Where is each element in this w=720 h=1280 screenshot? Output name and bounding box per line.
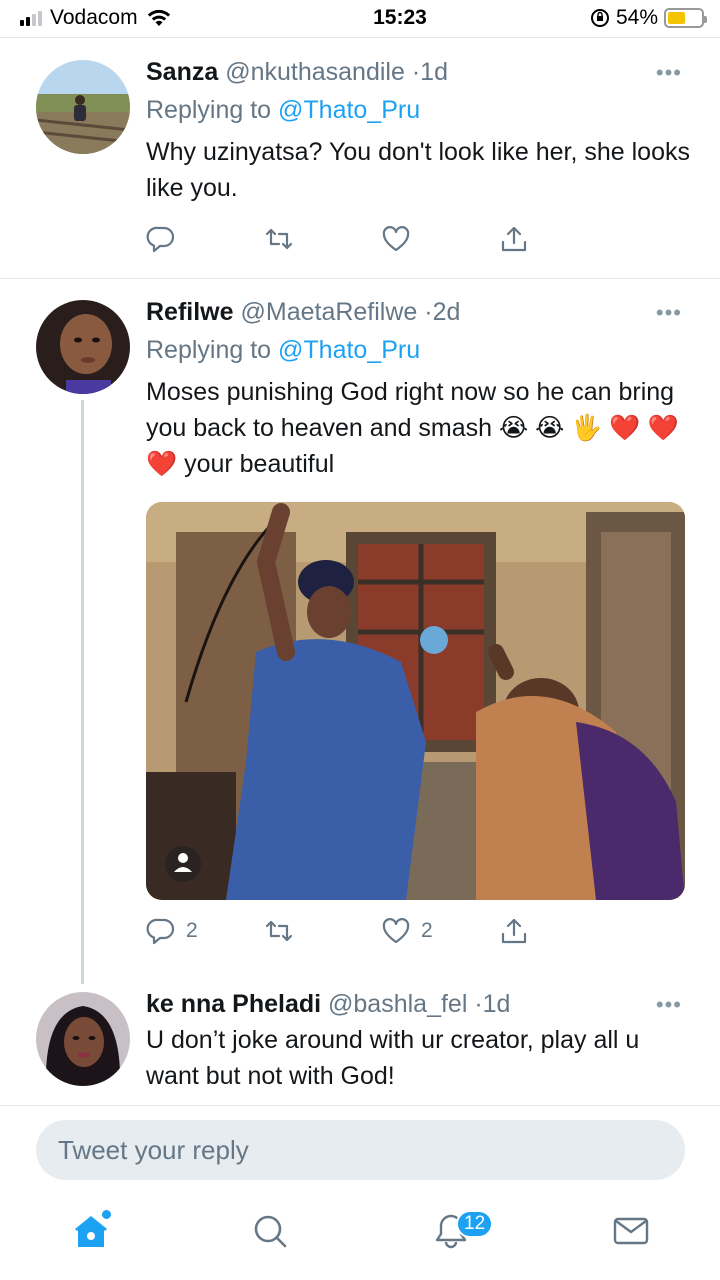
tweet-text: Moses punishing God right now so he can …: [146, 378, 679, 478]
share-icon: [501, 226, 526, 252]
notification-badge: 12: [456, 1210, 494, 1238]
tweet-text: Why uzinyatsa? You don't look like her, …: [146, 138, 690, 202]
mention-link[interactable]: @Thato_Pru: [278, 336, 420, 364]
tweet[interactable]: Refilwe @MaetaRefilwe ·2d Replying to @T…: [146, 296, 691, 482]
heart-icon: [382, 226, 410, 252]
display-name[interactable]: Refilwe: [146, 298, 234, 326]
separator: ·: [411, 58, 421, 86]
reply-icon: [146, 918, 175, 945]
more-icon[interactable]: •••: [656, 60, 682, 86]
tweet-text: U don’t joke around with ur creator, pla…: [146, 1026, 640, 1090]
tweet[interactable]: ke nna Pheladi @bashla_fel ·1d U don’t j…: [146, 988, 691, 1094]
wifi-icon: [147, 9, 170, 26]
battery-percent: 54%: [615, 6, 658, 29]
handle[interactable]: @bashla_fel: [328, 990, 467, 1018]
handle[interactable]: @nkuthasandile: [225, 58, 405, 86]
like-count: 2: [421, 919, 433, 942]
timestamp: 1d: [420, 58, 448, 86]
reply-divider: [0, 1105, 720, 1106]
heart-icon: [382, 918, 410, 944]
tab-bar: [0, 1192, 720, 1280]
tweet[interactable]: Sanza @nkuthasandile ·1d Replying to @Th…: [146, 56, 691, 206]
like-button[interactable]: 2: [381, 916, 499, 946]
tweet-actions: 2 2: [146, 916, 616, 946]
avatar[interactable]: [36, 60, 130, 154]
like-button[interactable]: [381, 224, 499, 254]
top-divider: [0, 37, 720, 38]
signal-icon: [20, 10, 42, 26]
battery-icon: [664, 8, 707, 28]
retweet-button[interactable]: [264, 916, 382, 946]
avatar[interactable]: [36, 992, 130, 1086]
search-icon: [254, 1215, 287, 1248]
handle[interactable]: @MaetaRefilwe: [240, 298, 417, 326]
reply-button[interactable]: [146, 224, 264, 254]
display-name[interactable]: Sanza: [146, 58, 218, 86]
replying-to: Replying to @Thato_Pru: [146, 94, 691, 126]
rotation-lock-icon: [590, 9, 609, 27]
thread-line: [81, 400, 84, 984]
tweet-header: ke nna Pheladi @bashla_fel ·1d: [146, 988, 691, 1020]
clock: 15:23: [373, 6, 427, 29]
share-icon: [501, 918, 526, 944]
share-button[interactable]: [499, 916, 617, 946]
new-content-dot: [102, 1210, 111, 1219]
reply-input[interactable]: Tweet your reply: [36, 1120, 685, 1180]
tweet-header: Sanza @nkuthasandile ·1d: [146, 56, 691, 88]
share-button[interactable]: [499, 224, 617, 254]
replying-prefix: Replying to: [146, 336, 272, 364]
reply-placeholder: Tweet your reply: [58, 1134, 249, 1165]
timestamp: 1d: [482, 990, 511, 1018]
carrier-label: Vodacom: [50, 6, 138, 29]
status-bar: Vodacom 15:23 54%: [0, 0, 720, 36]
display-name[interactable]: ke nna Pheladi: [146, 990, 321, 1018]
timestamp: 2d: [432, 298, 461, 326]
tab-messages[interactable]: [608, 1208, 654, 1254]
retweet-icon: [265, 920, 292, 942]
separator: ·: [424, 298, 433, 326]
more-icon[interactable]: •••: [656, 300, 682, 326]
more-icon[interactable]: •••: [656, 992, 682, 1018]
reply-count: 2: [186, 919, 198, 942]
tab-search[interactable]: [247, 1208, 293, 1254]
envelope-icon: [613, 1217, 649, 1245]
replying-prefix: Replying to: [146, 96, 272, 124]
avatar[interactable]: [36, 300, 130, 394]
reply-icon: [146, 226, 175, 253]
tweet-header: Refilwe @MaetaRefilwe ·2d: [146, 296, 691, 328]
tweet-actions: [146, 224, 616, 254]
retweet-button[interactable]: [264, 224, 382, 254]
mention-link[interactable]: @Thato_Pru: [278, 96, 420, 124]
tweet-photo[interactable]: [146, 502, 685, 900]
retweet-icon: [265, 228, 292, 250]
replying-to: Replying to @Thato_Pru: [146, 334, 691, 366]
reply-button[interactable]: 2: [146, 916, 264, 946]
tweet-divider: [0, 278, 720, 279]
separator: ·: [474, 990, 483, 1018]
